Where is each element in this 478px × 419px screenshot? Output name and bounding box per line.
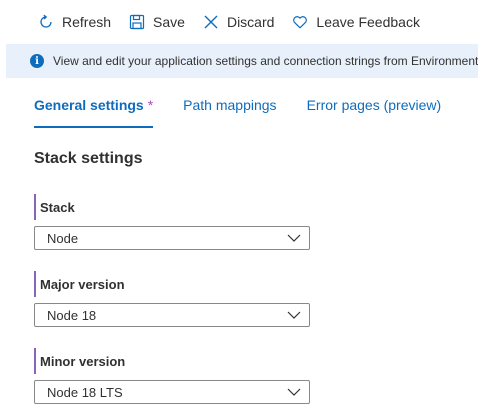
major-version-dropdown[interactable]: Node 18 — [34, 303, 310, 327]
minor-version-field: Minor version Node 18 LTS — [34, 348, 310, 404]
tab-path-mappings[interactable]: Path mappings — [183, 94, 276, 128]
command-bar: Refresh Save Discard Leave Feedback — [0, 0, 478, 44]
chevron-down-icon — [287, 388, 301, 396]
minor-version-dropdown-value: Node 18 LTS — [47, 384, 123, 400]
major-version-label: Major version — [34, 271, 310, 297]
chevron-down-icon — [287, 311, 301, 319]
save-button[interactable]: Save — [129, 7, 185, 37]
tab-general-settings[interactable]: General settings * — [34, 94, 154, 128]
save-label: Save — [153, 14, 185, 30]
settings-tabs: General settings * Path mappings Error pa… — [34, 94, 471, 128]
refresh-button[interactable]: Refresh — [38, 7, 111, 37]
tab-label: Error pages (preview) — [306, 97, 442, 113]
tab-label: Path mappings — [183, 97, 277, 113]
close-icon — [203, 14, 219, 30]
leave-feedback-button[interactable]: Leave Feedback — [292, 7, 420, 37]
info-banner: i View and edit your application setting… — [6, 44, 478, 78]
refresh-icon — [38, 14, 54, 30]
modified-marker: * — [147, 97, 154, 113]
stack-field: Stack Node — [34, 194, 310, 250]
heart-icon — [292, 14, 308, 30]
save-icon — [129, 14, 145, 30]
discard-label: Discard — [226, 14, 275, 30]
minor-version-label: Minor version — [34, 348, 310, 374]
minor-version-dropdown[interactable]: Node 18 LTS — [34, 380, 310, 404]
tab-label: General settings — [34, 97, 144, 113]
major-version-field: Major version Node 18 — [34, 271, 310, 327]
stack-dropdown-value: Node — [47, 230, 79, 246]
major-version-dropdown-value: Node 18 — [47, 307, 97, 323]
chevron-down-icon — [287, 234, 301, 242]
discard-button[interactable]: Discard — [203, 7, 274, 37]
leave-feedback-label: Leave Feedback — [316, 14, 420, 30]
tab-error-pages[interactable]: Error pages (preview) — [307, 94, 442, 128]
info-icon: i — [30, 54, 44, 68]
info-banner-message: View and edit your application settings … — [53, 54, 478, 68]
stack-dropdown[interactable]: Node — [34, 226, 310, 250]
stack-label: Stack — [34, 194, 310, 220]
refresh-label: Refresh — [62, 14, 112, 30]
section-title: Stack settings — [34, 150, 143, 167]
